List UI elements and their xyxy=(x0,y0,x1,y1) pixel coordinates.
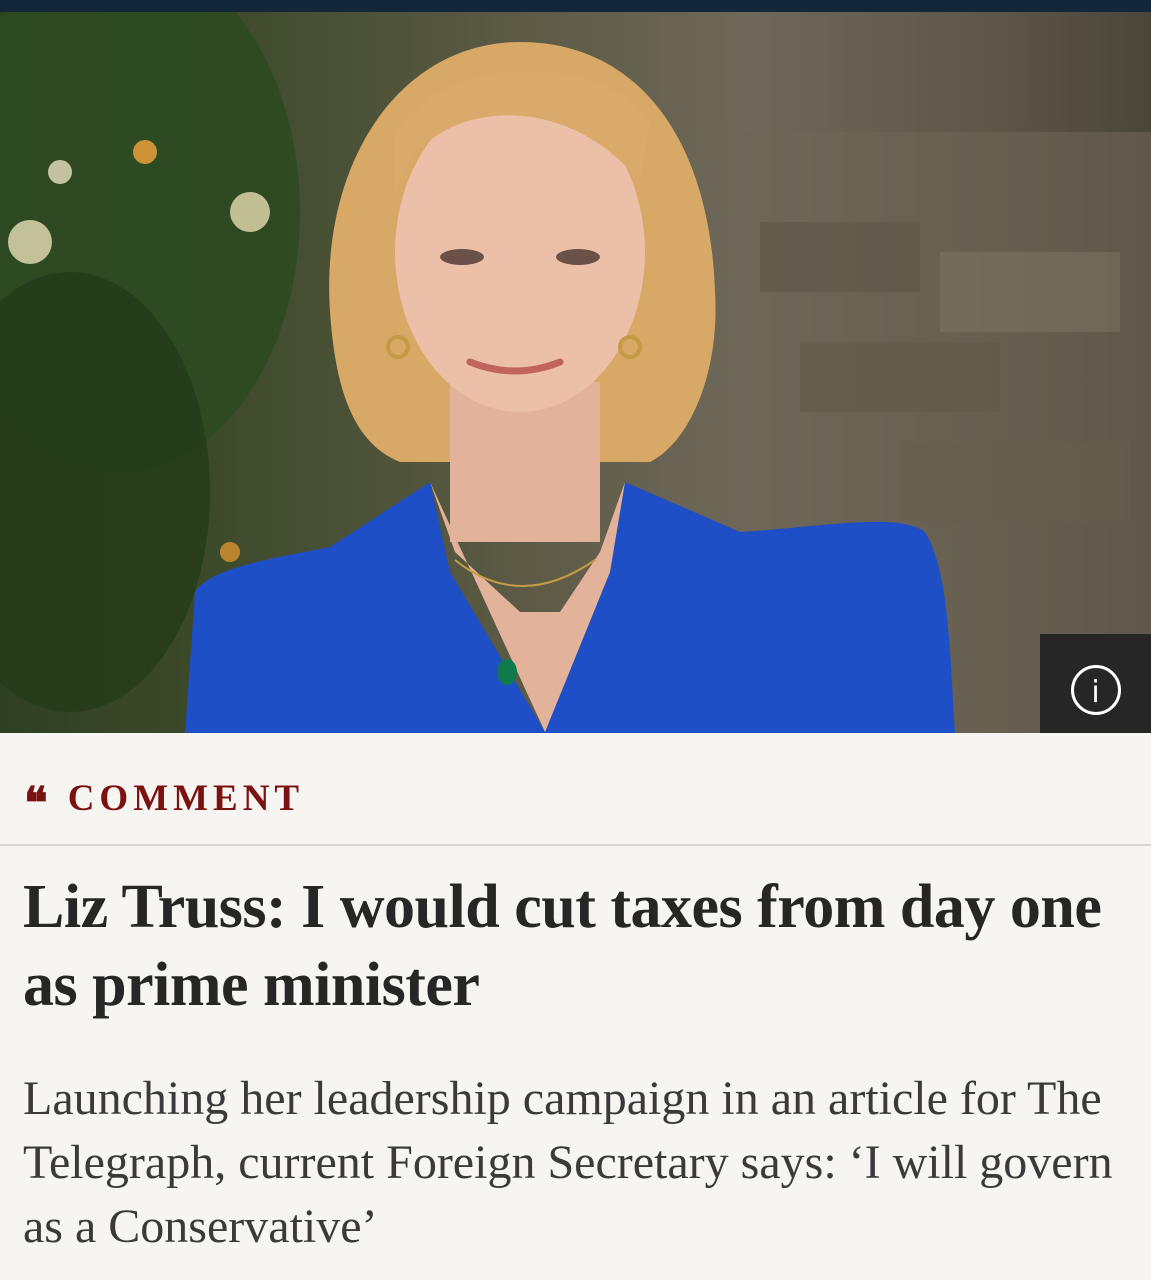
quote-icon: ❝ xyxy=(24,779,48,828)
image-info-button[interactable]: i xyxy=(1040,634,1151,733)
article-standfirst: Launching her leadership campaign in an … xyxy=(23,1072,1113,1253)
top-nav-bar xyxy=(0,0,1151,12)
info-icon: i xyxy=(1070,664,1121,715)
portrait-illustration xyxy=(0,12,1151,733)
article-headline: Liz Truss: I would cut taxes from day on… xyxy=(23,873,1102,1019)
hero-image: i xyxy=(0,12,1151,733)
section-label-comment[interactable]: ❝ COMMENT xyxy=(24,777,305,826)
divider xyxy=(0,844,1151,846)
section-label-text: COMMENT xyxy=(67,777,305,819)
